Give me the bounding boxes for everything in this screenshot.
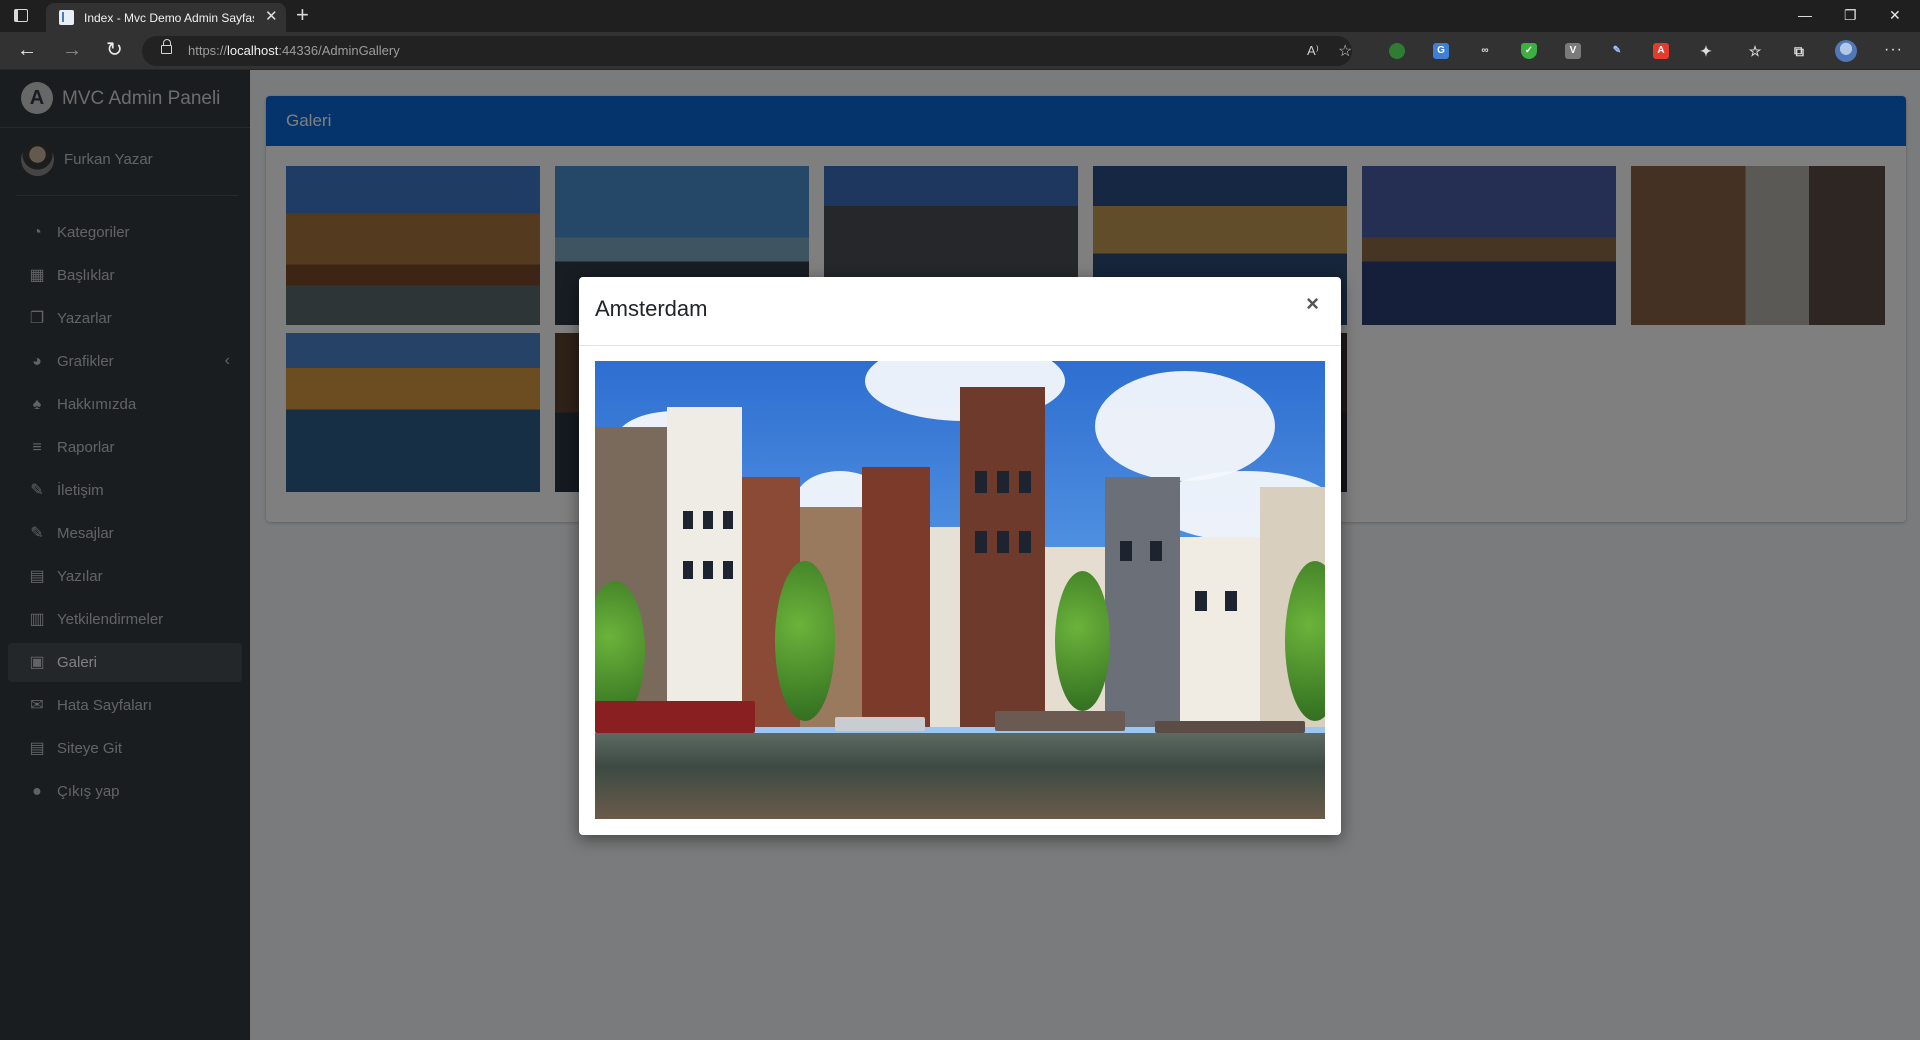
window-shape	[723, 561, 733, 579]
address-bar[interactable]: https://localhost:44336/AdminGallery A⁾ …	[142, 36, 1352, 66]
image-modal: Amsterdam ×	[579, 277, 1341, 835]
lock-icon[interactable]	[161, 39, 172, 54]
favorites-icon[interactable]: ☆	[1747, 43, 1763, 59]
canal-water	[595, 733, 1325, 819]
vimium-icon[interactable]: V	[1565, 43, 1581, 59]
tree-shape	[775, 561, 835, 721]
boat-shape	[595, 701, 755, 733]
building	[1180, 537, 1260, 727]
boat-shape	[835, 717, 925, 731]
window-shape	[1019, 471, 1031, 493]
translate-icon[interactable]: G	[1433, 43, 1449, 59]
cloud-shape	[1095, 371, 1275, 481]
extension-green-icon[interactable]	[1389, 43, 1405, 59]
back-icon[interactable]: ←	[17, 40, 37, 60]
refresh-icon[interactable]: ↻	[106, 40, 123, 60]
tab-title: Index - Mvc Demo Admin Sayfası	[84, 11, 254, 25]
tab-actions-icon[interactable]	[14, 9, 28, 22]
read-aloud-icon[interactable]: A⁾	[1307, 43, 1319, 59]
modal-divider	[579, 345, 1341, 346]
window-shape	[975, 531, 987, 553]
pdf-icon[interactable]: A	[1653, 43, 1669, 59]
building	[1105, 477, 1180, 727]
boat-shape	[995, 711, 1125, 731]
tab-close-icon[interactable]: ✕	[265, 9, 278, 24]
building	[930, 527, 960, 727]
glasses-icon[interactable]: ∞	[1477, 43, 1493, 59]
page-favicon-icon	[59, 10, 74, 25]
browser-tab[interactable]: Index - Mvc Demo Admin Sayfası ✕	[46, 3, 286, 32]
modal-title: Amsterdam	[595, 296, 708, 321]
pen-icon[interactable]: ✎	[1609, 43, 1625, 59]
more-menu-icon[interactable]: ···	[1884, 41, 1903, 59]
window-shape	[1195, 591, 1207, 611]
minimize-icon[interactable]: —	[1798, 6, 1812, 24]
shield-icon[interactable]: ✓	[1521, 43, 1537, 59]
window-shape	[1120, 541, 1132, 561]
tree-shape	[1055, 571, 1110, 711]
modal-image	[595, 361, 1325, 819]
favorite-star-icon[interactable]: ☆	[1338, 41, 1352, 61]
extensions-puzzle-icon[interactable]: ✦	[1698, 43, 1714, 59]
window-shape	[683, 511, 693, 529]
boat-shape	[1155, 721, 1305, 733]
window-shape	[975, 471, 987, 493]
close-window-icon[interactable]: ✕	[1889, 6, 1901, 24]
close-icon[interactable]: ×	[1306, 293, 1319, 315]
new-tab-icon[interactable]: +	[296, 3, 309, 27]
window-shape	[1150, 541, 1162, 561]
url-text[interactable]: https://localhost:44336/AdminGallery	[188, 43, 400, 58]
profile-avatar[interactable]	[1835, 40, 1857, 62]
window-shape	[703, 561, 713, 579]
forward-icon[interactable]: →	[62, 40, 82, 60]
window-shape	[1019, 531, 1031, 553]
window-shape	[703, 511, 713, 529]
window-shape	[997, 531, 1009, 553]
window-shape	[723, 511, 733, 529]
window-shape	[683, 561, 693, 579]
building	[960, 387, 1045, 727]
collections-icon[interactable]: ⧉	[1791, 43, 1807, 59]
browser-tab-bar: Index - Mvc Demo Admin Sayfası ✕ + — ❐ ✕	[0, 0, 1920, 32]
address-toolbar: ← → ↻ https://localhost:44336/AdminGalle…	[0, 32, 1920, 70]
restore-icon[interactable]: ❐	[1844, 6, 1857, 24]
window-shape	[1225, 591, 1237, 611]
window-shape	[997, 471, 1009, 493]
building	[862, 467, 930, 727]
